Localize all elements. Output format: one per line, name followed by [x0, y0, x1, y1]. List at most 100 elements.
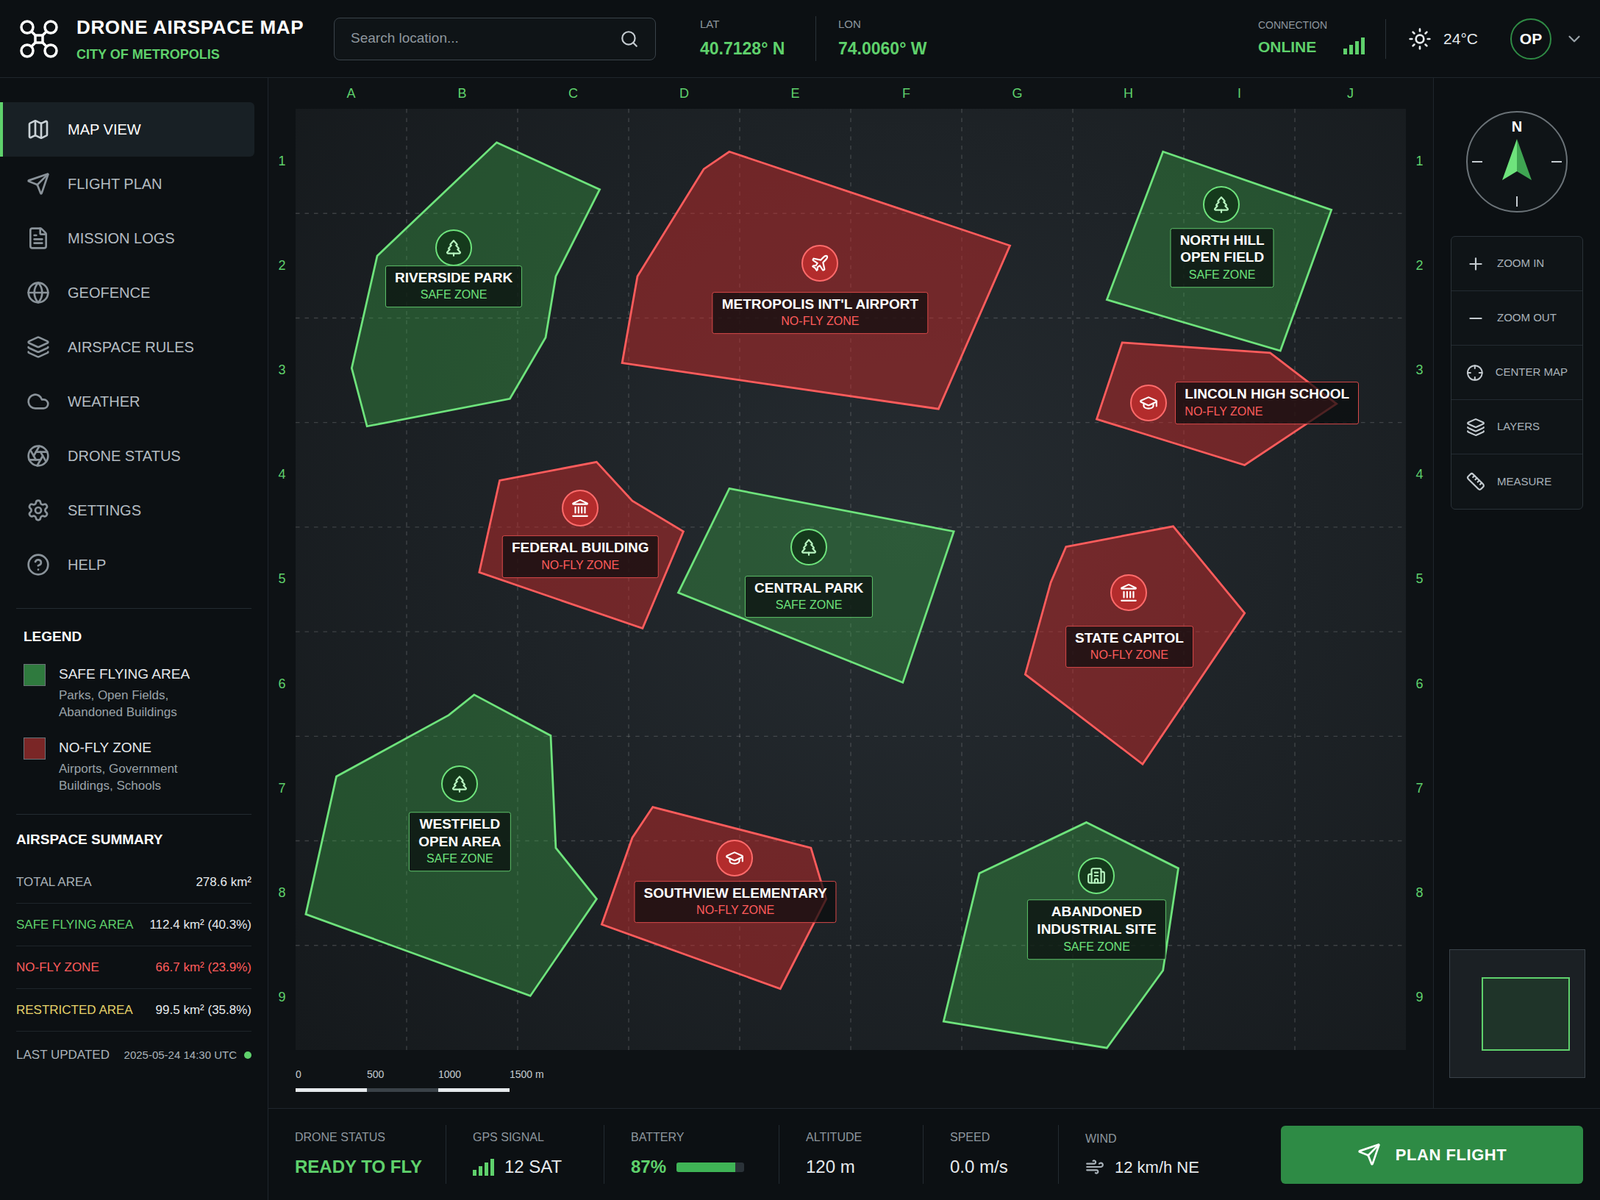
sidebar-item[interactable]: WEATHER [0, 374, 255, 429]
sidebar-item[interactable]: MISSION LOGS [0, 211, 255, 266]
zone-icon [1138, 393, 1159, 413]
nav-icon [26, 498, 50, 523]
drone-status: DRONE STATUSREADY TO FLY [268, 1125, 447, 1184]
summary-row: SAFE FLYING AREA112.4 km² (40.3%) [16, 903, 252, 947]
gps-signal: GPS SIGNAL12 SAT [446, 1125, 605, 1184]
battery: BATTERY87% [604, 1125, 780, 1184]
scale-bar: 050010001500 m [268, 1050, 1434, 1109]
zone-label[interactable]: METROPOLIS INT'L AIRPORTNO-FLY ZONE [712, 291, 928, 335]
zone-area[interactable] [677, 488, 954, 683]
zone-icon [799, 537, 819, 557]
status-bar: DRONE STATUSREADY TO FLYGPS SIGNAL12 SAT… [268, 1108, 1600, 1200]
connection-status: CONNECTIONONLINE [1258, 19, 1387, 59]
zone-area[interactable] [479, 461, 684, 628]
summary-row: RESTRICTED AREA99.5 km² (35.8%) [16, 988, 252, 1032]
zone-area[interactable] [943, 822, 1178, 1048]
tool-icon [1466, 254, 1486, 274]
legend-swatch [23, 737, 46, 760]
zone-area[interactable] [1025, 526, 1245, 764]
user-avatar[interactable]: OP [1510, 18, 1552, 60]
zone-badge [716, 839, 753, 877]
tool-icon [1466, 363, 1484, 383]
zone-area[interactable] [351, 142, 600, 427]
sidebar-item[interactable]: HELP [0, 537, 255, 592]
nav-icon [26, 117, 50, 142]
zone-label[interactable]: LINCOLN HIGH SCHOOLNO-FLY ZONE [1175, 381, 1359, 425]
legend-item: NO-FLY ZONEAirports, Government Building… [23, 737, 268, 795]
summary-row: NO-FLY ZONE66.7 km² (23.9%) [16, 946, 252, 989]
battery-bar [676, 1162, 745, 1173]
zone-label[interactable]: RIVERSIDE PARKSAFE ZONE [385, 265, 523, 309]
zone-icon [725, 848, 745, 868]
search-field[interactable]: Search location... [333, 17, 656, 61]
app: DRONE AIRSPACE MAPCITY OF METROPOLIS Sear… [0, 0, 1600, 1200]
zone-badge [435, 229, 473, 267]
tool-icon [1466, 417, 1486, 437]
tool-button[interactable]: ZOOM OUT [1451, 291, 1583, 346]
zone-badge [1110, 574, 1148, 612]
sidebar-item[interactable]: MAP VIEW [0, 102, 255, 157]
nav-icon [26, 226, 50, 250]
zone-label[interactable]: FEDERAL BUILDINGNO-FLY ZONE [502, 536, 659, 579]
zone-badge [790, 528, 828, 566]
chevron-down-icon[interactable] [1564, 29, 1584, 49]
zone-area[interactable] [1106, 151, 1331, 351]
column-labels: ABCDEFGHIJ [268, 77, 1434, 109]
zone-icon [810, 253, 830, 273]
tool-button[interactable]: CENTER MAP [1451, 345, 1583, 400]
zone-label[interactable]: STATE CAPITOLNO-FLY ZONE [1065, 625, 1194, 669]
wind: WIND12 km/h NE [1058, 1125, 1281, 1184]
minimap[interactable] [1449, 949, 1586, 1078]
legend: LEGENDSAFE FLYING AREAParks, Open Fields… [0, 608, 268, 795]
tool-button[interactable]: MEASURE [1451, 454, 1583, 509]
signal-icon [1343, 37, 1365, 55]
zone-label[interactable]: ABANDONED INDUSTRIAL SITESAFE ZONE [1027, 899, 1166, 960]
sidebar-item[interactable]: DRONE STATUS [0, 428, 255, 484]
tool-button[interactable]: ZOOM IN [1451, 236, 1583, 292]
zone-icon [1086, 866, 1106, 886]
tool-button[interactable]: LAYERS [1451, 400, 1583, 455]
zone-badge [1077, 857, 1115, 895]
app-subtitle: CITY OF METROPOLIS [76, 44, 304, 65]
zone-icon [1211, 194, 1231, 214]
sidebar-nav: MAP VIEWFLIGHT PLANMISSION LOGSGEOFENCEA… [0, 77, 268, 592]
map-canvas[interactable]: RIVERSIDE PARKSAFE ZONE METROPOLIS INT'L … [295, 108, 1406, 1050]
nav-icon [26, 280, 50, 305]
plan-flight-button[interactable]: PLAN FLIGHT [1280, 1125, 1584, 1184]
zone-label[interactable]: SOUTHVIEW ELEMENTARYNO-FLY ZONE [634, 880, 837, 924]
minimap-viewport [1481, 977, 1570, 1051]
zone-label[interactable]: CENTRAL PARKSAFE ZONE [744, 575, 873, 619]
nav-icon [26, 444, 50, 468]
legend-item: SAFE FLYING AREAParks, Open Fields, Aban… [23, 663, 268, 722]
tool-icon [1466, 472, 1486, 492]
zone-badge [441, 765, 478, 803]
zone-badge [1130, 384, 1167, 422]
top-bar: DRONE AIRSPACE MAPCITY OF METROPOLIS Sear… [0, 0, 1600, 78]
search-icon[interactable] [619, 29, 639, 49]
row-labels-right: 123456789 [1405, 108, 1434, 1050]
zone-area[interactable] [622, 151, 1010, 409]
zone-area[interactable] [305, 694, 598, 997]
zone-icon [1119, 583, 1139, 603]
sidebar: MAP VIEWFLIGHT PLANMISSION LOGSGEOFENCEA… [0, 77, 269, 1200]
compass[interactable]: N [1464, 109, 1570, 214]
zone-badge [561, 489, 599, 527]
map-panel: ABCDEFGHIJ123456789RIVERSIDE PARKSAFE ZO… [268, 77, 1434, 1109]
sidebar-item[interactable]: SETTINGS [0, 483, 255, 538]
zone-label[interactable]: NORTH HILL OPEN FIELDSAFE ZONE [1170, 227, 1275, 289]
nav-icon [26, 335, 50, 359]
zone-icon [570, 498, 590, 518]
wind-icon [1085, 1157, 1105, 1177]
latitude: LAT40.7128° N [700, 16, 817, 62]
zone-label[interactable]: WESTFIELD OPEN AREASAFE ZONE [408, 811, 511, 873]
sidebar-item[interactable]: AIRSPACE RULES [0, 319, 255, 375]
nav-icon [26, 552, 50, 577]
altitude: ALTITUDE120 m [779, 1125, 924, 1184]
map-tools: N ZOOM INZOOM OUTCENTER MAPLAYERSMEASURE [1433, 77, 1600, 1109]
sidebar-item[interactable]: GEOFENCE [0, 265, 255, 320]
speed: SPEED0.0 m/s [923, 1125, 1059, 1184]
nav-icon [26, 389, 50, 414]
send-icon [1357, 1142, 1381, 1167]
sidebar-item[interactable]: FLIGHT PLAN [0, 156, 255, 212]
app-title: DRONE AIRSPACE MAP [76, 13, 304, 42]
